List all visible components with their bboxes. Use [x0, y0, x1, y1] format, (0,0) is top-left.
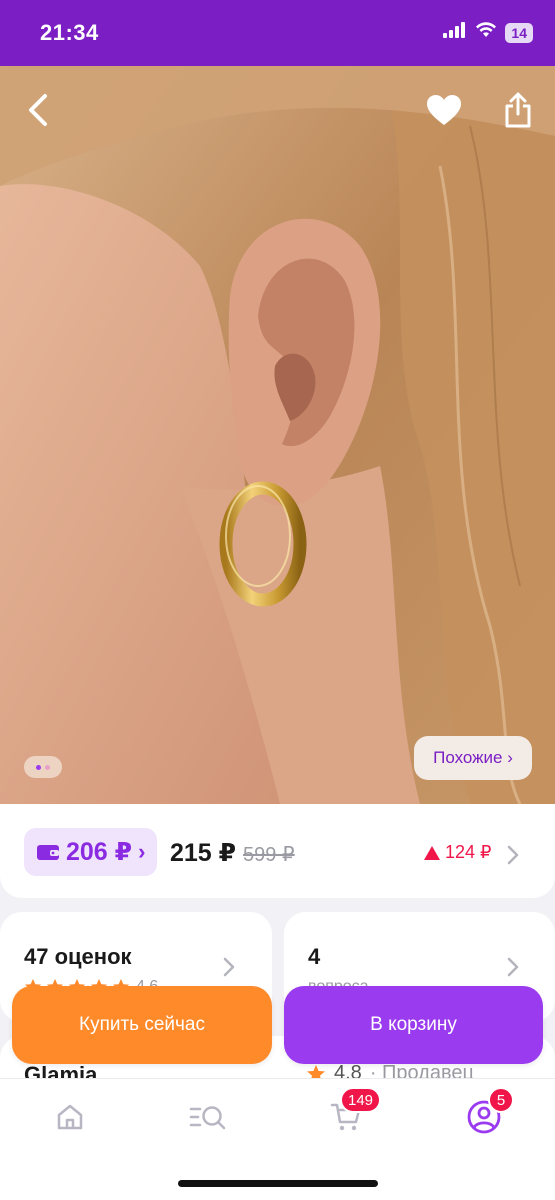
chevron-right-icon	[223, 957, 235, 977]
chevron-right-icon	[507, 957, 519, 977]
status-icons: 14	[443, 22, 533, 43]
cashback[interactable]: 124 ₽	[424, 842, 492, 863]
status-time: 21:34	[40, 20, 99, 45]
signal-icon	[443, 22, 467, 43]
add-to-cart-button[interactable]: В корзину	[284, 986, 543, 1064]
price-card: 206 ₽ › 215 ₽ 599 ₽ 124 ₽	[0, 804, 555, 898]
home-indicator	[178, 1180, 378, 1187]
battery-icon: 14	[505, 22, 533, 43]
wallet-chevron-icon: ›	[138, 839, 146, 864]
add-to-cart-label: В корзину	[370, 1014, 457, 1035]
nav-catalog[interactable]	[176, 1095, 240, 1139]
cashback-value: 124 ₽	[445, 842, 492, 862]
pagination-dot	[45, 764, 50, 770]
similar-label: Похожие ›	[433, 748, 513, 767]
status-bar: 21:34 14	[0, 0, 555, 66]
back-button[interactable]	[18, 88, 58, 132]
heart-icon	[427, 95, 461, 125]
wallet-icon	[37, 845, 59, 860]
buy-now-button[interactable]: Купить сейчас	[12, 986, 272, 1064]
profile-badge: 5	[488, 1087, 514, 1113]
product-photo	[0, 66, 555, 804]
buy-now-label: Купить сейчас	[79, 1014, 205, 1035]
pagination-dot-active	[36, 764, 41, 770]
nav-home[interactable]	[38, 1095, 102, 1139]
back-icon	[29, 94, 47, 126]
home-icon	[57, 1104, 83, 1130]
questions-count: 4	[308, 944, 321, 969]
wifi-icon	[475, 22, 497, 43]
nav-cart[interactable]: 149	[314, 1087, 382, 1139]
wallet-price-chip[interactable]: 206 ₽ ›	[24, 828, 158, 876]
product-gallery[interactable]: Похожие ›	[0, 66, 555, 804]
old-price: 599 ₽	[243, 844, 295, 866]
wallet-price: 206 ₽	[66, 838, 133, 866]
nav-profile[interactable]: 5	[452, 1087, 516, 1139]
cart-badge: 149	[340, 1087, 382, 1113]
catalog-search-icon	[189, 1106, 226, 1130]
triangle-up-icon	[424, 845, 440, 860]
share-icon	[505, 92, 531, 128]
chevron-right-icon[interactable]	[506, 844, 520, 866]
favorite-button[interactable]	[422, 88, 466, 132]
product-screen: 21:34 14 Похожие › 206 ₽ › 215 ₽ 599 ₽ 1…	[0, 0, 555, 1200]
regular-price: 215 ₽	[170, 839, 237, 867]
similar-products-button[interactable]: Похожие ›	[414, 736, 532, 780]
reviews-count: 47 оценок	[24, 944, 132, 969]
gallery-pagination	[24, 756, 62, 778]
share-button[interactable]	[496, 86, 540, 134]
